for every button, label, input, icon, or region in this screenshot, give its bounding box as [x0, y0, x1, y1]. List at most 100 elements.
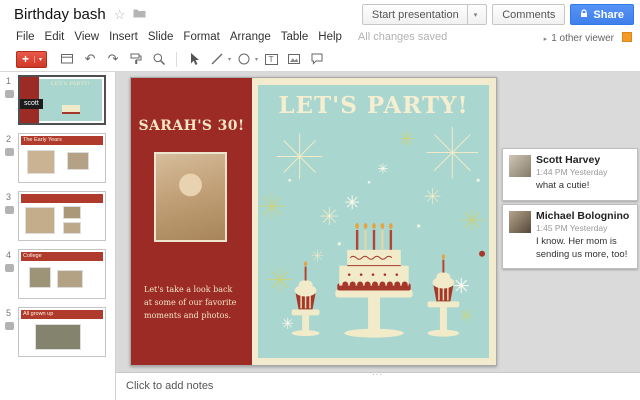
child-photo[interactable]: [154, 152, 227, 242]
comments-panel: Scott Harvey 1:44 PM Yesterday what a cu…: [502, 148, 638, 272]
shape-tool-caret-icon[interactable]: ▾: [255, 56, 258, 63]
slide-comment-badge[interactable]: [5, 90, 14, 98]
start-presentation-caret[interactable]: ▾: [466, 5, 477, 24]
thumb3-photo: [25, 207, 55, 234]
cake-graphic: [337, 222, 411, 291]
slide-row-4: 4 College: [0, 249, 116, 303]
slide-row-3: 3: [0, 191, 116, 245]
slide-number: 2: [6, 134, 12, 144]
slide-comment-badge[interactable]: [5, 322, 14, 330]
thumb1-title: LET'S PARTY!: [50, 81, 91, 87]
slide-number: 5: [6, 308, 12, 318]
menu-file[interactable]: File: [16, 31, 35, 43]
red-ornament-dot: [479, 250, 486, 257]
lock-icon: [580, 8, 588, 21]
image-tool-icon[interactable]: [284, 50, 304, 69]
thumb3-photo: [63, 206, 81, 219]
menu-arrange[interactable]: Arrange: [230, 31, 271, 43]
comment-author: Scott Harvey: [536, 154, 601, 166]
slide-thumbnail-3[interactable]: [18, 191, 106, 241]
folder-icon[interactable]: [133, 5, 146, 23]
slide-filmstrip: 1 LET'S PARTY! scott 2 The Early Years 3: [0, 72, 116, 400]
comment-tool-icon[interactable]: [307, 50, 327, 69]
line-tool-icon[interactable]: [207, 50, 227, 69]
redo-icon[interactable]: ↷: [103, 50, 123, 69]
thumb5-photo: [35, 324, 81, 350]
presence-chip-scott: scott: [20, 99, 43, 109]
menu-bar: File Edit View Insert Slide Format Arran…: [0, 28, 640, 47]
comment-text: what a cutie!: [536, 180, 590, 191]
viewer-label: 1 other viewer: [551, 33, 614, 44]
sparkle-dots: [288, 178, 480, 246]
shape-tool-icon[interactable]: [234, 50, 254, 69]
slide-row-2: 2 The Early Years: [0, 133, 116, 187]
slide-comment-badge[interactable]: [5, 148, 14, 156]
comment-timestamp: 1:45 PM Yesterday: [536, 222, 608, 233]
new-slide-button[interactable]: + ▾: [16, 50, 48, 68]
candles-graphic: [355, 222, 393, 250]
starburst-icons-cream: [275, 125, 480, 263]
select-cursor-icon[interactable]: [184, 50, 204, 69]
plus-icon: +: [22, 52, 30, 66]
thumb3-title-bar: [21, 194, 103, 203]
slide-row-1: 1 LET'S PARTY! scott: [0, 75, 116, 129]
avatar-michael: [509, 210, 531, 233]
menu-table[interactable]: Table: [281, 31, 309, 43]
textbox-glyph: T: [264, 53, 278, 65]
slide-row-5: 5 All grown up: [0, 307, 116, 361]
comment-card[interactable]: Scott Harvey 1:44 PM Yesterday what a cu…: [502, 148, 638, 201]
share-button-label: Share: [593, 8, 624, 21]
comments-button-label: Comments: [502, 8, 556, 21]
share-button[interactable]: Share: [570, 4, 634, 25]
menu-view[interactable]: View: [74, 31, 99, 43]
slide-red-panel[interactable]: SARAH'S 30! Let's take a look back at so…: [131, 78, 252, 365]
avatar-scott: [509, 155, 531, 177]
notes-placeholder[interactable]: Click to add notes: [126, 380, 213, 392]
menu-slide[interactable]: Slide: [148, 31, 174, 43]
slide-number: 4: [6, 250, 12, 260]
menu-edit[interactable]: Edit: [45, 31, 65, 43]
slide-thumbnail-1[interactable]: LET'S PARTY! scott: [18, 75, 106, 125]
slide-thumbnail-5[interactable]: All grown up: [18, 307, 106, 357]
slide-comment-badge[interactable]: [5, 206, 14, 214]
current-slide[interactable]: SARAH'S 30! Let's take a look back at so…: [130, 77, 497, 366]
menu-help[interactable]: Help: [318, 31, 342, 43]
slide-number: 3: [6, 192, 12, 202]
star-icon[interactable]: ☆: [114, 8, 126, 21]
start-presentation-label: Start presentation: [371, 8, 459, 21]
new-slide-caret-icon[interactable]: ▾: [34, 55, 46, 63]
notes-resize-handle[interactable]: ···: [372, 370, 383, 379]
slide-comment-badge[interactable]: [5, 264, 14, 272]
start-presentation-button[interactable]: Start presentation ▾: [361, 4, 488, 25]
document-title[interactable]: Birthday bash: [14, 6, 106, 23]
slide-teal-panel[interactable]: LET'S PARTY!: [258, 85, 489, 358]
undo-icon[interactable]: ↶: [80, 50, 100, 69]
menu-insert[interactable]: Insert: [109, 31, 138, 43]
line-tool-caret-icon[interactable]: ▾: [228, 56, 231, 63]
slide-subtitle-text[interactable]: SARAH'S 30!: [131, 118, 252, 134]
thumb5-title-bar: All grown up: [21, 310, 103, 319]
toolbar: + ▾ ↶ ↷ ▾ ▾ T: [0, 47, 640, 72]
slide-title-text[interactable]: LET'S PARTY!: [258, 92, 489, 119]
viewer-indicator[interactable]: ▸ 1 other viewer: [544, 33, 614, 44]
comments-button[interactable]: Comments: [492, 4, 566, 25]
thumb2-title-bar: The Early Years: [21, 136, 103, 145]
thumb4-photo: [57, 270, 83, 288]
layout-icon[interactable]: [57, 50, 77, 69]
thumb4-photo: [29, 267, 51, 288]
comment-card[interactable]: Michael Bolognino 1:45 PM Yesterday I kn…: [502, 203, 638, 270]
presence-square[interactable]: [622, 32, 632, 42]
title-bar: Birthday bash ☆ Start presentation ▾ Com…: [0, 0, 640, 28]
slide-thumbnail-2[interactable]: The Early Years: [18, 133, 106, 183]
comment-text: I know. Her mom is sending us more, too!: [536, 235, 628, 260]
textbox-tool-icon[interactable]: T: [261, 50, 281, 69]
app-window: Birthday bash ☆ Start presentation ▾ Com…: [0, 0, 640, 400]
slide-body-text[interactable]: Let's take a look back at some of our fa…: [144, 284, 240, 322]
thumb1-teal-panel: LET'S PARTY!: [39, 79, 102, 121]
paint-format-icon[interactable]: [126, 50, 146, 69]
zoom-icon[interactable]: [149, 50, 169, 69]
speaker-notes-area[interactable]: ··· Click to add notes: [116, 370, 640, 400]
slide-thumbnail-4[interactable]: College: [18, 249, 106, 299]
menu-format[interactable]: Format: [183, 31, 219, 43]
thumb2-photo: [67, 152, 89, 170]
